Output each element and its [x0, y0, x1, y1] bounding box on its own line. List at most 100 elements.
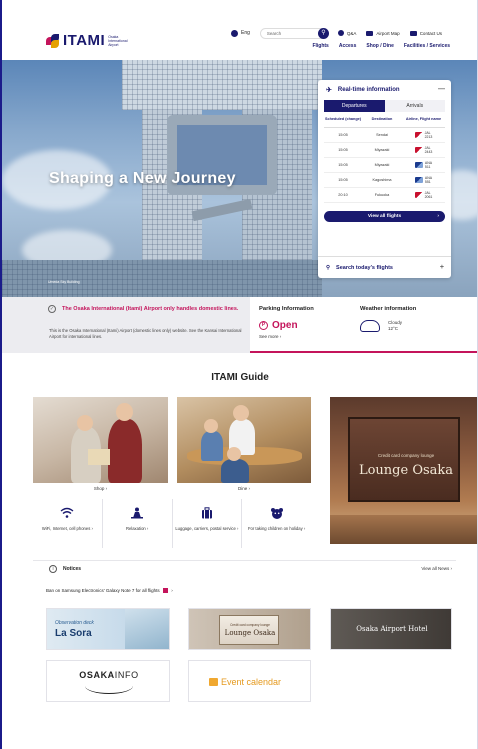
airline-flight-text: ANA 551 — [425, 176, 432, 184]
info-icon: i — [49, 565, 57, 573]
flight-row[interactable]: 15:05 Miyazaki ANA 511 — [324, 158, 445, 173]
weather-text: Cloudy 12°C — [388, 320, 402, 332]
weather-row: Cloudy 12°C — [360, 320, 470, 332]
service-luggage[interactable]: Luggage, carriers, postal service › — [173, 499, 243, 548]
lounge-osaka-photo[interactable]: Credit card company lounge Lounge Osaka — [330, 397, 477, 544]
parking-status: P Open — [259, 320, 349, 331]
itami-logo[interactable]: ITAMI Osaka International Airport — [46, 32, 134, 49]
flight-number: 551 — [424, 180, 431, 184]
hero-caption: Umeda Sky Building — [48, 280, 80, 284]
tab-arrivals[interactable]: Arrivals — [384, 100, 445, 112]
shop-photo[interactable] — [33, 397, 168, 483]
la-sora-banner[interactable]: Observation deck La Sora — [46, 608, 170, 650]
realtime-header[interactable]: ✈ Real-time information — — [318, 80, 451, 100]
tab-departures[interactable]: Departures — [324, 100, 385, 112]
info-band: ✓ The Osaka International (Itami) Airpor… — [2, 297, 477, 353]
nav-facilities[interactable]: Facilities / Services — [404, 43, 450, 49]
dine-photo[interactable] — [177, 397, 311, 483]
logo-mark-icon — [46, 33, 60, 48]
la-sora-big: La Sora — [55, 628, 92, 639]
dine-caption[interactable]: Dine › — [177, 486, 311, 491]
person-head — [233, 405, 249, 421]
flight-row[interactable]: 20:10 Fukuoka JAL 2061 — [324, 188, 445, 203]
expand-icon[interactable]: + — [440, 264, 444, 271]
lounge-floor — [330, 515, 477, 544]
airport-map-link[interactable]: Airport Map — [366, 30, 400, 36]
language-label: Eng — [241, 30, 250, 36]
weather-info: Weather information Cloudy 12°C — [360, 306, 470, 332]
qa-link[interactable]: Q&A — [337, 30, 356, 36]
chat-icon — [337, 30, 344, 36]
search-icon[interactable]: ⚲ — [317, 27, 329, 39]
language-selector[interactable]: Eng — [231, 29, 250, 37]
domestic-notice-title[interactable]: The Osaka International (Itami) Airport … — [62, 306, 242, 313]
bear-face-icon — [270, 508, 283, 519]
parking-icon: P — [259, 321, 268, 330]
flight-number: 511 — [424, 165, 431, 169]
flight-destination: Miyazaki — [374, 163, 390, 167]
search-today-flights[interactable]: ⚲ Search today's flights + — [318, 256, 451, 278]
person-head — [116, 403, 133, 421]
parking-status-label: Open — [272, 320, 298, 331]
notice-item[interactable]: Ban on Samsung Electronics' Galaxy Note … — [46, 588, 176, 594]
page-frame: ITAMI Osaka International Airport Eng Se… — [0, 0, 478, 749]
megaphone-icon — [409, 30, 417, 36]
flight-destination: Miyazaki — [374, 148, 390, 152]
person-shape — [201, 431, 223, 461]
cloud-icon — [360, 320, 380, 332]
flight-row[interactable]: 15:05 Miyazaki JAL 2443 — [324, 143, 445, 158]
lounge-osaka-banner[interactable]: Credit card company lounge Lounge Osaka — [188, 608, 311, 650]
city-buildings — [2, 260, 322, 297]
domestic-notice: ✓ The Osaka International (Itami) Airpor… — [2, 297, 250, 353]
lounge-card: Credit card company lounge Lounge Osaka — [219, 615, 279, 645]
nav-shop-dine[interactable]: Shop / Dine — [366, 43, 394, 49]
service-wifi-label: WiFi, Internet, cell phones › — [41, 526, 93, 531]
view-all-news-link[interactable]: View all News › — [421, 566, 452, 571]
person-shape — [221, 459, 249, 483]
event-calendar-label: Event calendar — [221, 677, 282, 687]
massage-icon — [131, 507, 144, 519]
nav-access[interactable]: Access — [339, 43, 357, 49]
smile-curve-icon — [85, 678, 133, 694]
flight-airline: JAL 2061 — [402, 191, 445, 199]
parking-info: Parking Information P Open See more › — [259, 306, 349, 339]
tower-top — [122, 60, 322, 110]
airline-flight-text: JAL 2061 — [425, 191, 433, 199]
la-sora-small: Observation deck — [55, 620, 94, 626]
parking-see-more[interactable]: See more › — [259, 334, 349, 339]
event-calendar-banner[interactable]: Event calendar — [188, 660, 311, 702]
hero-title: Shaping a New Journey — [49, 170, 236, 187]
dine-label: Dine — [237, 486, 248, 491]
flight-table-header: Scheduled (change) Destination Airline, … — [324, 112, 445, 128]
service-children[interactable]: For taking children on holiday › — [242, 499, 311, 548]
weather-title: Weather information — [360, 306, 417, 312]
col-scheduled: Scheduled (change) — [324, 117, 362, 122]
service-relaxation[interactable]: Relaxation › — [103, 499, 173, 548]
contact-link[interactable]: Contact Us — [409, 30, 442, 36]
logo-subtitle: Osaka International Airport — [108, 34, 128, 47]
contact-label: Contact Us — [419, 30, 442, 36]
lounge-banner-small: Credit card company lounge — [230, 623, 270, 627]
service-wifi[interactable]: WiFi, Internet, cell phones › — [33, 499, 103, 548]
lounge-sign: Credit card company lounge Lounge Osaka — [348, 417, 460, 502]
nav-flights[interactable]: Flights — [312, 43, 328, 49]
logo-text: ITAMI — [63, 32, 106, 49]
shop-caption[interactable]: Shop › — [33, 486, 168, 491]
flight-time: 15:05 — [338, 163, 348, 167]
top-utility-bar: Eng Search ⚲ Q&A Airport Map Contact Us — [231, 27, 442, 39]
search-input[interactable]: Search ⚲ — [259, 27, 329, 39]
service-luggage-label: Luggage, carriers, postal service › — [175, 526, 239, 531]
osaka-info-banner[interactable]: OSAKAINFO — [46, 660, 170, 702]
service-links: WiFi, Internet, cell phones › Relaxation… — [33, 499, 311, 548]
check-circle-icon: ✓ — [48, 305, 56, 313]
col-destination: Destination — [371, 117, 393, 122]
calendar-icon — [209, 678, 218, 686]
airport-map-label: Airport Map — [376, 30, 400, 36]
flight-row[interactable]: 15:05 Sendai JAL 2213 — [324, 128, 445, 143]
osaka-airport-hotel-banner[interactable]: Osaka Airport Hotel — [330, 608, 452, 650]
collapse-icon[interactable]: — — [438, 86, 445, 93]
observation-deck-image — [125, 609, 169, 649]
view-all-flights-button[interactable]: View all flights › — [324, 211, 445, 222]
flight-row[interactable]: 15:05 Kagoshima ANA 551 — [324, 173, 445, 188]
flight-destination: Kagoshima — [372, 178, 392, 182]
